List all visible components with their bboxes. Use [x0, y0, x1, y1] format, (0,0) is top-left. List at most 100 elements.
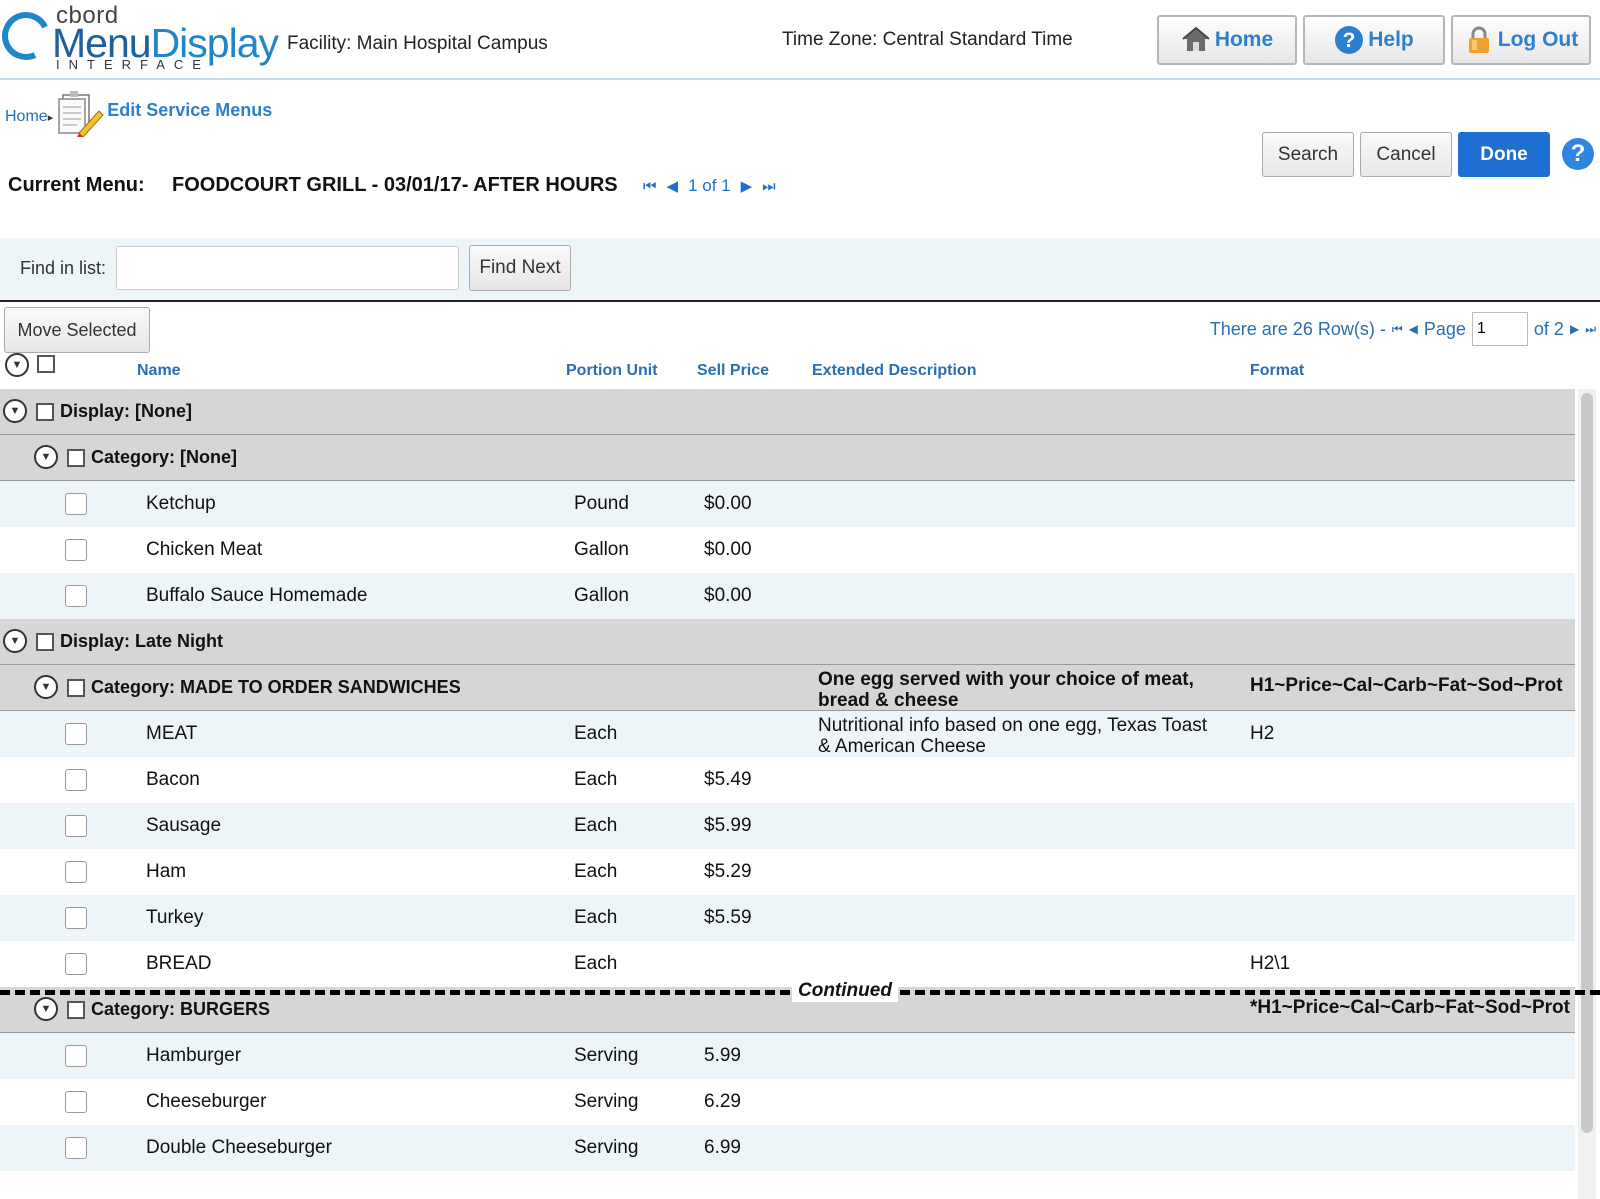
collapse-group-icon[interactable]: ▼: [34, 675, 58, 699]
group-label: Display: Late Night: [60, 631, 224, 651]
group-label: Category: MADE TO ORDER SANDWICHES: [91, 677, 461, 697]
item-portion-unit: Each: [574, 815, 618, 836]
item-sell-price: $5.49: [704, 769, 752, 790]
first-page-icon[interactable]: ⏮: [1392, 322, 1403, 337]
item-checkbox[interactable]: [65, 1045, 87, 1067]
category-group-row[interactable]: ▼ Category: MADE TO ORDER SANDWICHES One e…: [0, 665, 1575, 711]
item-checkbox[interactable]: [65, 769, 87, 791]
menu-item-row[interactable]: Turkey Each $5.59: [0, 895, 1575, 941]
group-checkbox[interactable]: [36, 633, 54, 651]
menu-item-row[interactable]: Ham Each $5.29: [0, 849, 1575, 895]
item-checkbox[interactable]: [65, 815, 87, 837]
collapse-group-icon[interactable]: ▼: [34, 997, 58, 1021]
group-checkbox[interactable]: [67, 449, 85, 467]
collapse-group-icon[interactable]: ▼: [34, 445, 58, 469]
home-button[interactable]: Home: [1157, 15, 1297, 65]
breadcrumb-home-link[interactable]: Home: [5, 108, 48, 126]
find-input[interactable]: [116, 246, 459, 290]
menu-item-row[interactable]: MEAT Each Nutritional info based on one eg…: [0, 711, 1575, 757]
next-menu-icon[interactable]: ▶: [741, 177, 753, 195]
item-checkbox[interactable]: [65, 723, 87, 745]
format-code: H2\1: [1250, 953, 1291, 974]
find-next-button[interactable]: Find Next: [469, 245, 571, 291]
item-checkbox[interactable]: [65, 585, 87, 607]
item-name: Double Cheeseburger: [146, 1137, 332, 1158]
column-header-name[interactable]: Name: [137, 362, 181, 380]
display-group-row[interactable]: ▼ Display: [None]: [0, 389, 1575, 435]
item-checkbox[interactable]: [65, 907, 87, 929]
current-menu-label: Current Menu:: [8, 174, 145, 196]
item-portion-unit: Pound: [574, 493, 629, 514]
item-checkbox[interactable]: [65, 1137, 87, 1159]
item-name: Sausage: [146, 815, 222, 836]
continued-label: Continued: [792, 980, 898, 1002]
group-checkbox[interactable]: [67, 1001, 85, 1019]
item-checkbox[interactable]: [65, 953, 87, 975]
item-sell-price: $5.59: [704, 907, 752, 928]
scrollbar-thumb[interactable]: [1581, 393, 1593, 1133]
item-sell-price: $0.00: [704, 585, 752, 606]
group-label: Category: BURGERS: [91, 999, 271, 1019]
group-checkbox[interactable]: [67, 679, 85, 697]
item-checkbox[interactable]: [65, 861, 87, 883]
help-button[interactable]: ? Help: [1303, 15, 1445, 65]
page-number-input[interactable]: [1471, 312, 1528, 346]
format-code: H2: [1250, 723, 1275, 744]
breadcrumb: Home ▸ Edit Service Menus: [5, 88, 272, 138]
menu-item-row[interactable]: Cheeseburger Serving 6.29: [0, 1079, 1575, 1125]
page-title: Edit Service Menus: [107, 99, 273, 120]
menu-item-row[interactable]: Ketchup Pound $0.00: [0, 481, 1575, 527]
collapse-group-icon[interactable]: ▼: [3, 629, 27, 653]
item-name: BREAD: [146, 953, 212, 974]
expand-all-icon[interactable]: ▼: [5, 353, 29, 377]
logo-brand-sub: INTERFACE: [56, 57, 210, 72]
display-group-row[interactable]: ▼ Display: Late Night: [0, 619, 1575, 665]
move-selected-button[interactable]: Move Selected: [4, 307, 150, 353]
item-checkbox[interactable]: [65, 1091, 87, 1113]
grid-scrollbar[interactable]: [1578, 389, 1596, 1199]
column-header-format[interactable]: Format: [1250, 362, 1304, 380]
done-button[interactable]: Done: [1458, 132, 1550, 177]
last-menu-icon[interactable]: ⏭: [762, 178, 776, 195]
group-checkbox[interactable]: [36, 403, 54, 421]
item-sell-price: 6.99: [704, 1137, 741, 1158]
item-portion-unit: Each: [574, 907, 618, 928]
prev-menu-icon[interactable]: ◀: [667, 177, 679, 195]
menu-item-row[interactable]: Buffalo Sauce Homemade Gallon $0.00: [0, 573, 1575, 619]
category-group-row[interactable]: ▼ Category: [None]: [0, 435, 1575, 481]
help-button-label: Help: [1368, 28, 1414, 51]
format-code: *H1~Price~Cal~Carb~Fat~Sod~Prot: [1250, 997, 1570, 1018]
group-label: Category: [None]: [91, 447, 238, 467]
menu-item-row[interactable]: Chicken Meat Gallon $0.00: [0, 527, 1575, 573]
current-menu-name: FOODCOURT GRILL - 03/01/17- AFTER HOURS: [172, 174, 618, 196]
logout-button[interactable]: Log Out: [1451, 15, 1591, 65]
svg-text:?: ?: [1343, 29, 1356, 52]
menu-item-row[interactable]: Bacon Each $5.49: [0, 757, 1575, 803]
page-help-icon[interactable]: ?: [1562, 138, 1594, 170]
home-button-label: Home: [1214, 28, 1274, 51]
search-button[interactable]: Search: [1262, 132, 1354, 177]
column-header-sell-price[interactable]: Sell Price: [697, 362, 769, 380]
item-checkbox[interactable]: [65, 493, 87, 515]
menu-item-row[interactable]: Double Cheeseburger Serving 6.99: [0, 1125, 1575, 1171]
last-page-icon[interactable]: ⏭: [1585, 322, 1596, 337]
item-name: Cheeseburger: [146, 1091, 267, 1112]
column-header-portion-unit[interactable]: Portion Unit: [566, 362, 658, 380]
menu-item-row[interactable]: BREAD Each H2\1: [0, 941, 1575, 987]
logout-button-label: Log Out: [1497, 28, 1579, 51]
item-portion-unit: Each: [574, 723, 618, 744]
menu-item-row[interactable]: Hamburger Serving 5.99: [0, 1033, 1575, 1079]
collapse-group-icon[interactable]: ▼: [3, 399, 27, 423]
select-all-checkbox[interactable]: [37, 355, 55, 373]
extended-description: Nutritional info based on one egg, Texas…: [818, 715, 1208, 757]
first-menu-icon[interactable]: ⏮: [643, 178, 657, 195]
group-label: Display: [None]: [60, 401, 193, 421]
cancel-button[interactable]: Cancel: [1360, 132, 1452, 177]
menu-item-row[interactable]: Sausage Each $5.99: [0, 803, 1575, 849]
prev-page-icon[interactable]: ◀: [1409, 322, 1418, 336]
column-header-extended-description[interactable]: Extended Description: [812, 362, 976, 380]
next-page-icon[interactable]: ▶: [1570, 322, 1579, 336]
item-checkbox[interactable]: [65, 539, 87, 561]
row-count-text: There are 26 Row(s) -: [1209, 318, 1386, 339]
facility-text: Facility: Main Hospital Campus: [287, 33, 548, 54]
